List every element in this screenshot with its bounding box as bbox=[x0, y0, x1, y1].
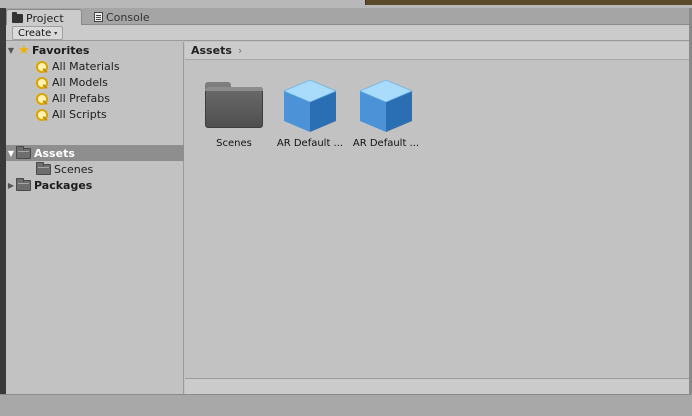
search-icon bbox=[35, 108, 48, 121]
tab-console[interactable]: Console bbox=[89, 9, 156, 25]
favorites-label: Favorites bbox=[32, 43, 90, 57]
search-icon bbox=[35, 60, 48, 73]
asset-label: AR Default ... bbox=[352, 138, 420, 149]
project-toolbar: Create ▾ bbox=[6, 25, 689, 41]
tree-item-label: All Scripts bbox=[52, 107, 107, 121]
expand-arrow-icon[interactable]: ▼ bbox=[6, 46, 16, 55]
scene-view-peek bbox=[365, 0, 692, 5]
tree-item-label: All Models bbox=[52, 75, 108, 89]
status-bar bbox=[0, 394, 692, 416]
tab-bar: Project Console bbox=[6, 8, 689, 26]
asset-label: AR Default ... bbox=[276, 138, 344, 149]
chevron-down-icon: ▾ bbox=[54, 29, 58, 37]
folder-icon bbox=[16, 145, 31, 159]
asset-label: Scenes bbox=[216, 138, 252, 149]
create-label: Create bbox=[18, 27, 52, 39]
tree-item-label: All Prefabs bbox=[52, 91, 110, 105]
folder-tree: ▼ ★ Favorites All Materials All Models A… bbox=[6, 42, 184, 394]
console-icon bbox=[94, 12, 103, 22]
asset-browser: Assets › Scenes AR Default ... AR Defaul… bbox=[185, 42, 689, 394]
folder-icon bbox=[12, 11, 23, 23]
collapse-arrow-icon[interactable]: ▶ bbox=[6, 181, 16, 190]
breadcrumb-assets[interactable]: Assets bbox=[191, 44, 232, 57]
asset-footer-bar bbox=[185, 378, 689, 394]
search-icon bbox=[35, 76, 48, 89]
folder-icon bbox=[36, 161, 51, 175]
tree-item-all-models[interactable]: All Models bbox=[6, 74, 184, 90]
tab-console-label: Console bbox=[106, 10, 150, 24]
packages-label: Packages bbox=[34, 178, 93, 192]
asset-item-scenes[interactable]: Scenes bbox=[196, 82, 272, 149]
tree-item-favorites[interactable]: ▼ ★ Favorites bbox=[6, 42, 184, 58]
tree-item-scenes[interactable]: Scenes bbox=[6, 161, 184, 177]
tree-item-label: All Materials bbox=[52, 59, 120, 73]
cube-icon bbox=[358, 79, 414, 132]
asset-item-ar-default-1[interactable]: AR Default ... bbox=[272, 78, 348, 149]
expand-arrow-icon[interactable]: ▼ bbox=[6, 149, 16, 158]
tree-item-assets[interactable]: ▼ Assets bbox=[6, 145, 184, 161]
assets-label: Assets bbox=[34, 146, 75, 160]
tree-item-all-scripts[interactable]: All Scripts bbox=[6, 106, 184, 122]
chevron-right-icon: › bbox=[237, 44, 243, 57]
tab-project-label: Project bbox=[26, 11, 64, 25]
tree-item-all-materials[interactable]: All Materials bbox=[6, 58, 184, 74]
tree-item-packages[interactable]: ▶ Packages bbox=[6, 177, 184, 193]
asset-item-ar-default-2[interactable]: AR Default ... bbox=[348, 78, 424, 149]
top-strip bbox=[0, 0, 692, 8]
folder-icon bbox=[16, 177, 31, 191]
tree-item-all-prefabs[interactable]: All Prefabs bbox=[6, 90, 184, 106]
tree-item-label: Scenes bbox=[54, 162, 94, 176]
star-icon: ★ bbox=[18, 42, 30, 58]
create-dropdown-button[interactable]: Create ▾ bbox=[12, 26, 64, 40]
project-window: Project Console Create ▾ ▼ ★ Favorites A… bbox=[6, 8, 689, 394]
tab-project[interactable]: Project bbox=[6, 9, 82, 26]
cube-icon bbox=[282, 79, 338, 132]
search-icon bbox=[35, 92, 48, 105]
breadcrumb: Assets › bbox=[185, 42, 689, 60]
folder-icon bbox=[205, 82, 263, 130]
